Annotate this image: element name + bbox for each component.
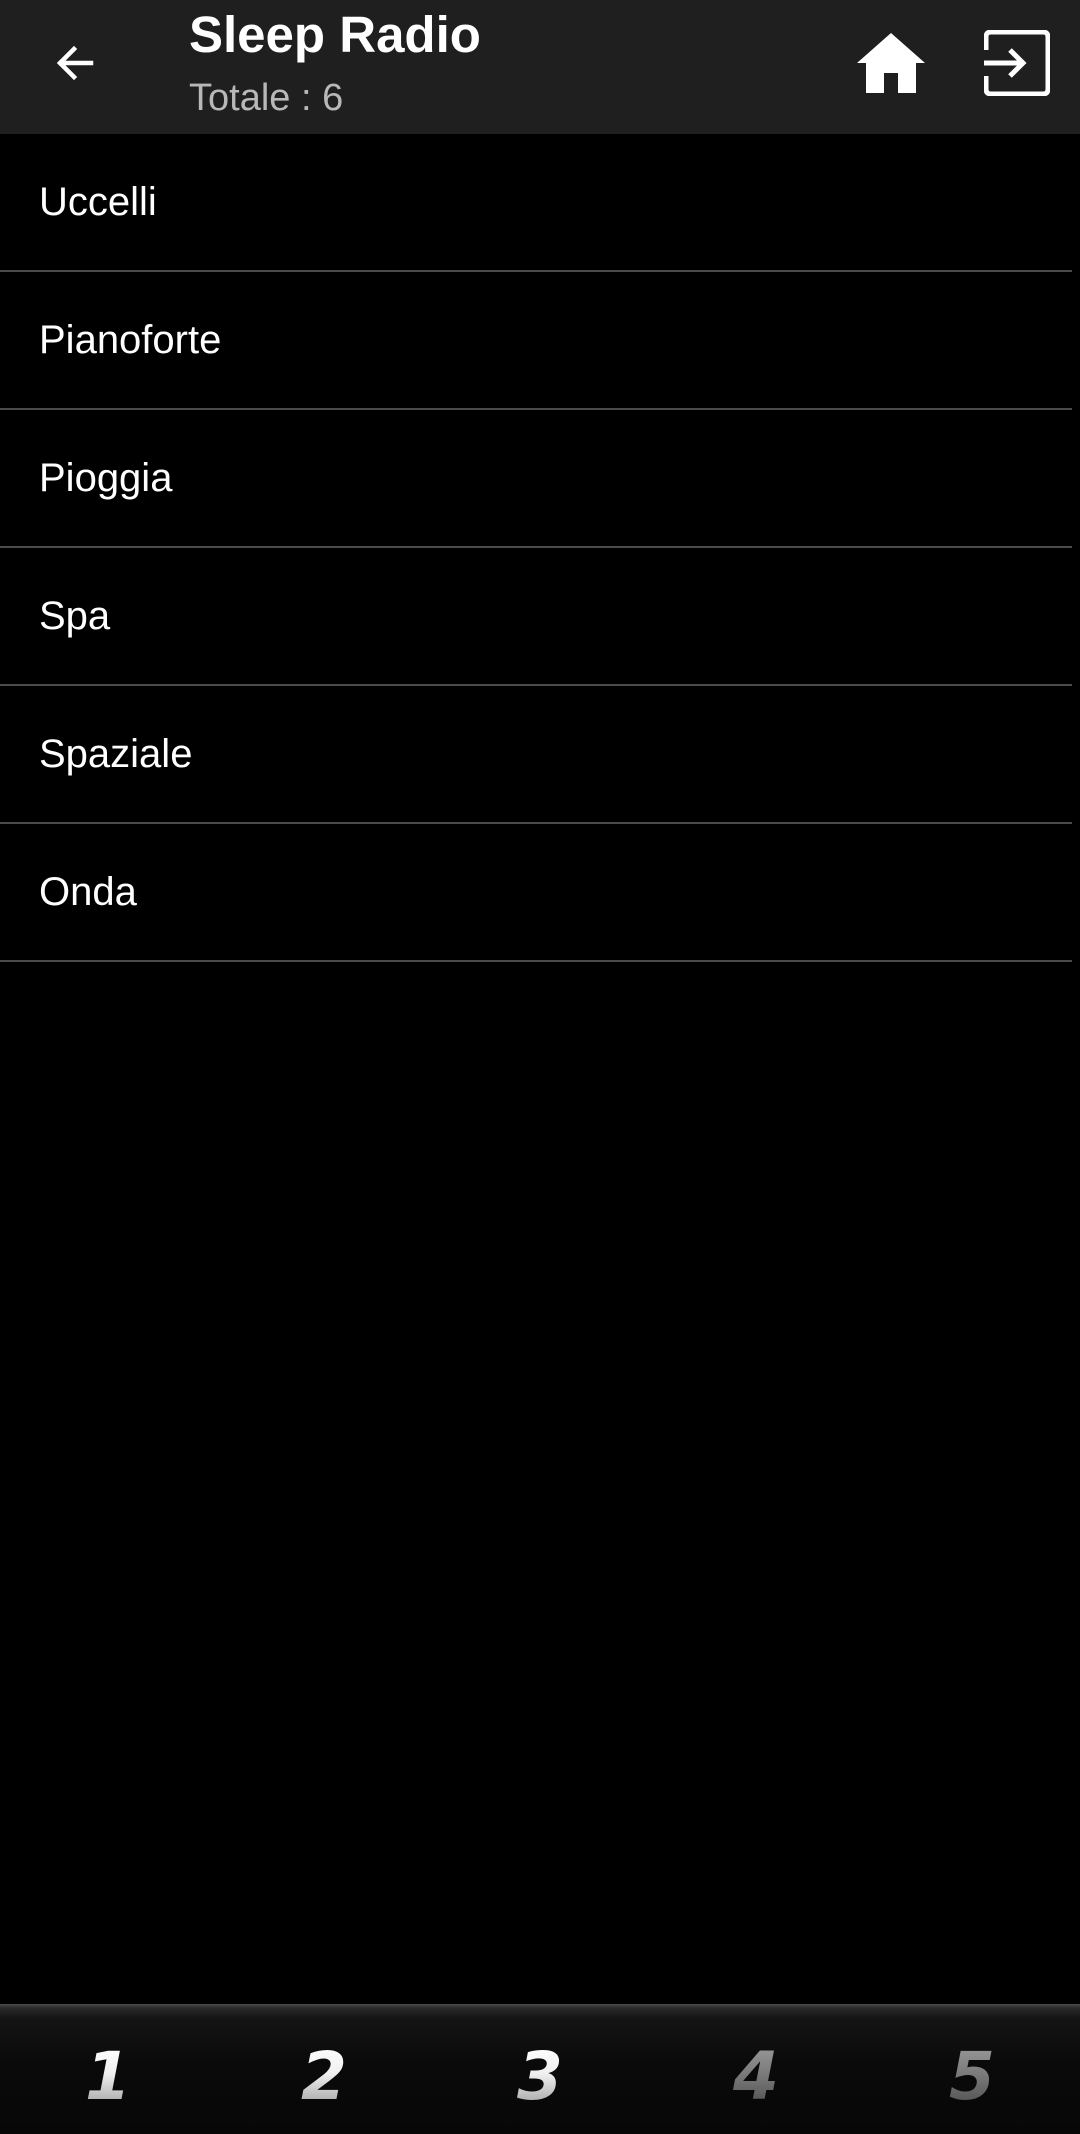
list-item[interactable]: Spa bbox=[0, 548, 1072, 686]
tab-label: 1 bbox=[85, 2038, 131, 2115]
list-item-label: Spaziale bbox=[39, 732, 193, 776]
app-root: Sleep Radio Totale : 6 Uccelli Pianofort… bbox=[0, 0, 1080, 2134]
back-button[interactable] bbox=[30, 18, 120, 108]
bottom-tab-bar: 1 2 3 4 5 bbox=[0, 2004, 1080, 2134]
list-item[interactable]: Uccelli bbox=[0, 134, 1072, 272]
list-item-label: Spa bbox=[39, 594, 111, 638]
list-item-label: Onda bbox=[39, 870, 137, 914]
list-item-label: Pianoforte bbox=[39, 318, 222, 362]
page-title: Sleep Radio bbox=[189, 6, 481, 63]
list-item[interactable]: Pioggia bbox=[0, 410, 1072, 548]
home-icon bbox=[857, 33, 925, 93]
tab-5[interactable]: 5 bbox=[864, 2004, 1080, 2134]
exit-icon bbox=[984, 30, 1050, 96]
category-list: Uccelli Pianoforte Pioggia Spa Spaziale … bbox=[0, 134, 1072, 962]
list-item[interactable]: Pianoforte bbox=[0, 272, 1072, 410]
list-item[interactable]: Onda bbox=[0, 824, 1072, 962]
tab-label: 5 bbox=[949, 2038, 995, 2115]
top-app-bar: Sleep Radio Totale : 6 bbox=[0, 0, 1080, 134]
tab-3[interactable]: 3 bbox=[432, 2004, 648, 2134]
tab-label: 3 bbox=[517, 2038, 563, 2115]
list-item-label: Pioggia bbox=[39, 456, 173, 500]
home-button[interactable] bbox=[846, 18, 936, 108]
arrow-left-icon bbox=[56, 45, 94, 81]
tab-label: 4 bbox=[733, 2038, 779, 2115]
list-item[interactable]: Spaziale bbox=[0, 686, 1072, 824]
tab-4[interactable]: 4 bbox=[648, 2004, 864, 2134]
tab-label: 2 bbox=[301, 2038, 347, 2115]
item-count: Totale : 6 bbox=[189, 77, 344, 119]
list-item-label: Uccelli bbox=[39, 180, 157, 224]
tab-2[interactable]: 2 bbox=[216, 2004, 432, 2134]
exit-button[interactable] bbox=[972, 18, 1062, 108]
tab-1[interactable]: 1 bbox=[0, 2004, 216, 2134]
